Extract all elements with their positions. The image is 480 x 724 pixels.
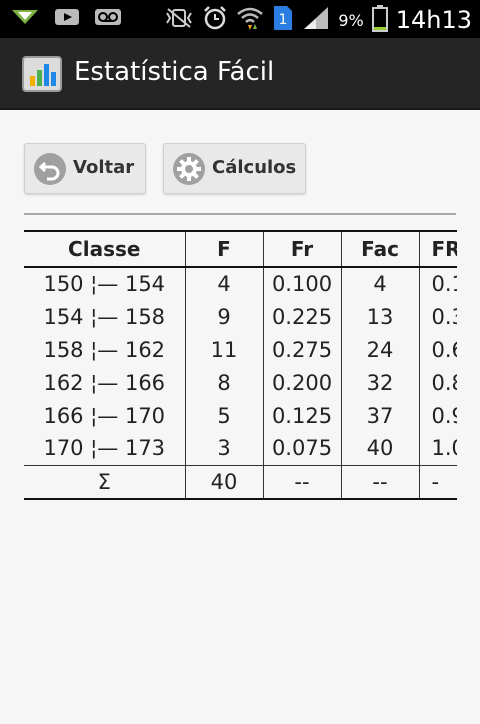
voicemail-icon [94, 7, 122, 31]
sum-f: 40 [184, 464, 263, 500]
cell-fac: 32 [340, 366, 419, 399]
back-button[interactable]: Voltar [24, 143, 146, 194]
table-row: 162 ¦— 166 8 0.200 32 0.8 [24, 366, 457, 399]
cell-fr: 0.100 [262, 267, 341, 300]
divider [24, 213, 456, 215]
table-footer-row: Σ 40 -- -- - [24, 464, 457, 500]
column-header-classe: Classe [24, 230, 185, 268]
signal-icon [302, 5, 330, 35]
sum-fr: -- [262, 464, 341, 500]
cell-frac: 0.1 [418, 267, 457, 300]
column-header-fac: Fac [340, 230, 419, 268]
gear-icon [172, 152, 206, 186]
cell-f: 11 [184, 333, 263, 366]
sim-icon: 1 [272, 5, 294, 35]
send-notification-icon [10, 6, 40, 32]
undo-arrow-icon [33, 152, 67, 186]
back-button-label: Voltar [73, 157, 135, 178]
cell-classe: 166 ¦— 170 [43, 403, 166, 428]
youtube-icon [54, 7, 80, 31]
cell-fr: 0.275 [262, 333, 341, 366]
cell-fac: 40 [340, 432, 419, 465]
cell-f: 3 [184, 432, 263, 465]
sum-frac: - [418, 464, 457, 500]
cell-classe: 170 ¦— 173 [43, 436, 166, 461]
wifi-icon [236, 5, 264, 35]
cell-fac: 13 [340, 300, 419, 333]
cell-fr: 0.225 [262, 300, 341, 333]
cell-f: 9 [184, 300, 263, 333]
sum-fac: -- [340, 464, 419, 500]
table-header-row: Classe F Fr Fac FR [24, 230, 457, 268]
bar-chart-icon [22, 56, 62, 92]
table-row: 150 ¦— 154 4 0.100 4 0.1 [24, 267, 457, 300]
table-row: 166 ¦— 170 5 0.125 37 0.9 [24, 399, 457, 432]
cell-frac: 0.3 [418, 300, 457, 333]
cell-classe: 150 ¦— 154 [43, 272, 166, 296]
cell-classe: 158 ¦— 162 [43, 337, 166, 362]
table-row: 154 ¦— 158 9 0.225 13 0.3 [24, 300, 457, 333]
cell-fac: 4 [340, 267, 419, 300]
cell-frac: 1.0 [418, 432, 457, 465]
frequency-table[interactable]: Classe F Fr Fac FR 150 ¦— 154 4 0.100 4 … [24, 230, 457, 502]
cell-fr: 0.075 [262, 432, 341, 465]
calculations-button-label: Cálculos [212, 157, 297, 178]
cell-frac: 0.6 [418, 333, 457, 366]
battery-percent: 9% [338, 10, 364, 30]
action-bar: Estatística Fácil [0, 38, 480, 110]
cell-frac: 0.8 [418, 366, 457, 399]
cell-f: 4 [184, 267, 263, 300]
app-title: Estatística Fácil [74, 57, 275, 87]
sum-symbol: Σ [24, 464, 185, 500]
cell-fac: 24 [340, 333, 419, 366]
table-row: 170 ¦— 173 3 0.075 40 1.0 [24, 432, 457, 465]
cell-classe: 162 ¦— 166 [43, 370, 166, 395]
cell-classe: 154 ¦— 158 [43, 304, 166, 329]
cell-fr: 0.200 [262, 366, 341, 399]
column-header-f: F [184, 230, 263, 268]
svg-text:1: 1 [279, 12, 288, 28]
cell-fr: 0.125 [262, 399, 341, 432]
column-header-frac: FR [418, 230, 457, 268]
calculations-button[interactable]: Cálculos [163, 143, 306, 194]
cell-frac: 0.9 [418, 399, 457, 432]
vibrate-icon [164, 7, 194, 33]
alarm-icon [202, 5, 228, 35]
battery-icon [371, 4, 388, 36]
table-row: 158 ¦— 162 11 0.275 24 0.6 [24, 333, 457, 366]
column-header-fr: Fr [262, 230, 341, 268]
cell-f: 5 [184, 399, 263, 432]
clock: 14h13 [395, 6, 472, 34]
cell-fac: 37 [340, 399, 419, 432]
cell-f: 8 [184, 366, 263, 399]
status-bar: 1 9% 14h13 [0, 0, 480, 38]
